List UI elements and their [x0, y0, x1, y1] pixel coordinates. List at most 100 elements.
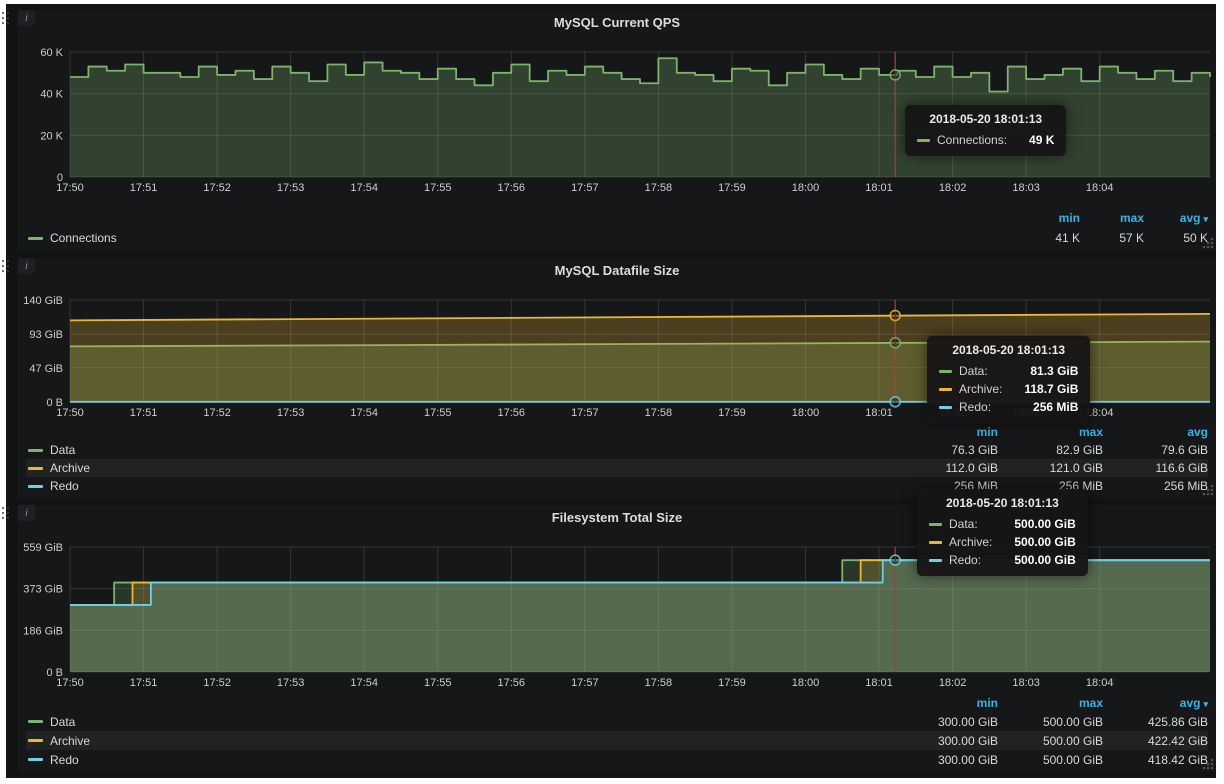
legend-row-archive: Archive 300.00 GiB 500.00 GiB 422.42 GiB — [26, 731, 1208, 750]
tooltip-timestamp: 2018-05-20 18:01:13 — [917, 112, 1054, 126]
legend-row-archive: Archive 112.0 GiB 121.0 GiB 116.6 GiB — [26, 459, 1208, 477]
legend-series-toggle[interactable]: Archive — [26, 461, 893, 475]
svg-text:186 GiB: 186 GiB — [23, 625, 63, 637]
legend-sort-max[interactable]: max — [998, 425, 1103, 439]
legend-row-data: Data 76.3 GiB 82.9 GiB 79.6 GiB — [26, 441, 1208, 459]
panel-title[interactable]: MySQL Current QPS — [554, 15, 680, 30]
panel-info-corner[interactable]: i — [18, 10, 35, 26]
grafana-dashboard: { "colors": { "green": "#7EB26D", "yello… — [0, 0, 1224, 784]
tooltip-series-value: 500.00 GiB — [992, 517, 1075, 531]
info-icon: i — [25, 261, 27, 272]
tooltip-series-value: 118.7 GiB — [1002, 382, 1078, 396]
tooltip-series-value: 500.00 GiB — [992, 553, 1075, 567]
panel-info-corner[interactable]: i — [18, 505, 35, 521]
series-color-swatch — [939, 388, 952, 391]
tooltip-series-value: 81.3 GiB — [1008, 364, 1078, 378]
panel-header: MySQL Current QPS — [18, 10, 1216, 34]
legend-sort-max[interactable]: max — [1080, 211, 1144, 225]
series-color-swatch — [28, 237, 43, 240]
tooltip-series-value: 500.00 GiB — [992, 535, 1075, 549]
hover-tooltip-qps: 2018-05-20 18:01:13 Connections: 49 K — [905, 105, 1066, 156]
tooltip-row: Data: 500.00 GiB — [929, 515, 1076, 533]
legend-sort-max[interactable]: max — [998, 696, 1103, 710]
svg-text:17:57: 17:57 — [571, 407, 599, 419]
series-color-swatch — [917, 139, 930, 142]
panel-drag-handle[interactable] — [2, 260, 10, 273]
svg-text:559 GiB: 559 GiB — [23, 542, 63, 554]
legend-series-label: Data — [50, 443, 75, 457]
legend-series-label: Archive — [50, 734, 90, 748]
legend-header-row: min max avg — [26, 423, 1208, 441]
legend-row-connections: Connections 41 K 57 K 50 K — [26, 228, 1208, 248]
svg-text:17:54: 17:54 — [350, 182, 378, 194]
legend-min-value: 300.00 GiB — [893, 753, 998, 767]
legend-series-toggle[interactable]: Redo — [26, 753, 893, 767]
legend-series-label: Archive — [50, 461, 90, 475]
series-color-swatch — [28, 485, 43, 488]
panel-resize-handle[interactable] — [1201, 236, 1214, 249]
svg-text:20 K: 20 K — [40, 130, 63, 142]
legend-series-toggle[interactable]: Redo — [26, 479, 893, 493]
series-color-swatch — [939, 370, 952, 373]
legend-avg-value: 116.6 GiB — [1103, 461, 1208, 475]
legend-row-redo: Redo 300.00 GiB 500.00 GiB 418.42 GiB — [26, 750, 1208, 769]
panel-resize-handle[interactable] — [1201, 483, 1214, 496]
tooltip-series-label: Redo: — [949, 553, 981, 567]
legend-sort-min[interactable]: min — [893, 696, 998, 710]
tooltip-series-label: Connections: — [937, 133, 1007, 147]
legend-series-toggle[interactable]: Data — [26, 715, 893, 729]
legend-header-row: min max avg▾ — [26, 693, 1208, 712]
panel-header: MySQL Datafile Size — [18, 258, 1216, 282]
series-color-swatch — [28, 449, 43, 452]
svg-text:17:54: 17:54 — [350, 407, 378, 419]
panel-drag-handle[interactable] — [2, 507, 10, 520]
svg-text:17:59: 17:59 — [718, 407, 746, 419]
legend-max-value: 121.0 GiB — [998, 461, 1103, 475]
svg-text:17:52: 17:52 — [203, 407, 231, 419]
panel-info-corner[interactable]: i — [18, 258, 35, 274]
legend-max-value: 500.00 GiB — [998, 715, 1103, 729]
legend-sort-avg[interactable]: avg▾ — [1103, 696, 1208, 710]
tooltip-series-label: Archive: — [949, 535, 992, 549]
panel-title[interactable]: Filesystem Total Size — [552, 510, 683, 525]
svg-text:17:58: 17:58 — [645, 677, 673, 689]
svg-text:140 GiB: 140 GiB — [23, 295, 63, 307]
tooltip-timestamp: 2018-05-20 18:01:13 — [929, 496, 1076, 510]
tooltip-timestamp: 2018-05-20 18:01:13 — [939, 343, 1078, 357]
svg-text:17:56: 17:56 — [498, 677, 526, 689]
series-color-swatch — [929, 541, 942, 544]
svg-text:17:53: 17:53 — [277, 677, 305, 689]
tooltip-series-value: 49 K — [1007, 133, 1054, 147]
legend-sort-avg[interactable]: avg▾ — [1144, 211, 1208, 225]
svg-text:18:01: 18:01 — [865, 407, 893, 419]
svg-text:18:01: 18:01 — [865, 182, 893, 194]
legend-max-value: 82.9 GiB — [998, 443, 1103, 457]
legend-series-toggle[interactable]: Archive — [26, 734, 893, 748]
panel-title[interactable]: MySQL Datafile Size — [555, 263, 680, 278]
legend-min-value: 300.00 GiB — [893, 715, 998, 729]
legend-series-label: Data — [50, 715, 75, 729]
caret-down-icon: ▾ — [1203, 699, 1208, 709]
legend-avg-value: 79.6 GiB — [1103, 443, 1208, 457]
svg-text:18:00: 18:00 — [792, 407, 820, 419]
panel-resize-handle[interactable] — [1201, 757, 1214, 770]
tooltip-row: Archive: 500.00 GiB — [929, 533, 1076, 551]
svg-text:17:55: 17:55 — [424, 182, 452, 194]
svg-text:17:52: 17:52 — [203, 182, 231, 194]
panel-drag-handle[interactable] — [2, 12, 10, 25]
legend-sort-min[interactable]: min — [1016, 211, 1080, 225]
svg-text:17:56: 17:56 — [498, 407, 526, 419]
svg-text:18:02: 18:02 — [939, 182, 967, 194]
tooltip-series-label: Archive: — [959, 382, 1002, 396]
legend-series-label: Redo — [50, 753, 79, 767]
legend-sort-avg[interactable]: avg — [1103, 425, 1208, 439]
series-color-swatch — [28, 758, 43, 761]
legend-series-toggle[interactable]: Data — [26, 443, 893, 457]
tooltip-row: Archive: 118.7 GiB — [939, 380, 1078, 398]
legend-series-toggle[interactable]: Connections — [26, 231, 1016, 245]
tooltip-series-value: 256 MiB — [1011, 400, 1078, 414]
svg-text:18:00: 18:00 — [792, 182, 820, 194]
legend-sort-min[interactable]: min — [893, 425, 998, 439]
svg-text:18:03: 18:03 — [1012, 182, 1040, 194]
info-icon: i — [25, 508, 27, 519]
